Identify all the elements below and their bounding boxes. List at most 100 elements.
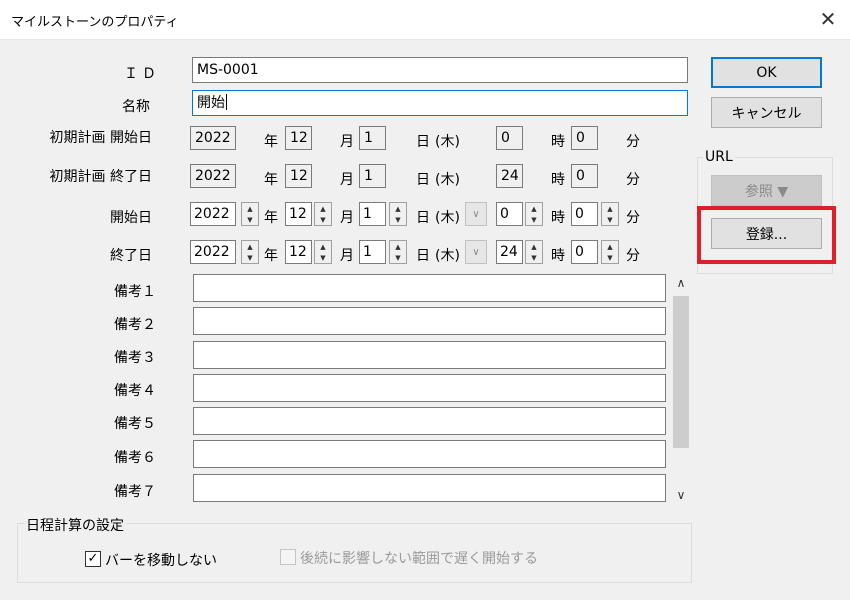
hour-unit: 時 (551, 172, 565, 188)
planned-start-year: 2022 (190, 126, 236, 150)
hour-unit: 時 (551, 134, 565, 150)
spin-up-icon[interactable]: ▲ (242, 241, 258, 252)
note-field[interactable] (193, 274, 666, 302)
month-unit: 月 (340, 210, 354, 226)
spin-down-icon[interactable]: ▼ (526, 252, 542, 263)
start-date-label: 開始日 (110, 210, 152, 226)
name-label: 名称 (122, 99, 150, 115)
day-unit: 日 (416, 172, 430, 188)
spin-up-icon[interactable]: ▲ (315, 203, 331, 214)
scroll-down-icon[interactable]: ∨ (670, 486, 692, 504)
day-unit: 日 (416, 134, 430, 150)
start-month-field[interactable]: 12 (285, 202, 312, 226)
start-date-dropdown[interactable]: ∨ (465, 202, 487, 226)
scrollbar-thumb[interactable] (673, 296, 689, 448)
end-hour-field[interactable]: 24 (496, 240, 523, 264)
planned-start-minute: 0 (571, 126, 598, 150)
end-minute-spinner[interactable]: ▲ ▼ (601, 240, 619, 264)
ok-button[interactable]: OK (711, 57, 822, 88)
spin-down-icon[interactable]: ▼ (602, 214, 618, 225)
month-unit: 月 (340, 172, 354, 188)
end-hour-spinner[interactable]: ▲ ▼ (525, 240, 543, 264)
note-field[interactable] (193, 307, 666, 335)
minute-unit: 分 (626, 172, 640, 188)
start-day-spinner[interactable]: ▲ ▼ (389, 202, 407, 226)
planned-end-minute: 0 (571, 164, 598, 188)
year-unit: 年 (264, 248, 278, 264)
planned-end-label: 初期計画 終了日 (49, 169, 152, 185)
spin-down-icon[interactable]: ▼ (602, 252, 618, 263)
spin-down-icon[interactable]: ▼ (242, 252, 258, 263)
scroll-up-icon[interactable]: ∧ (670, 274, 692, 292)
spin-down-icon[interactable]: ▼ (315, 214, 331, 225)
spin-down-icon[interactable]: ▼ (526, 214, 542, 225)
end-year-spinner[interactable]: ▲ ▼ (241, 240, 259, 264)
planned-start-weekday: (木) (435, 134, 460, 150)
delay-start-checkbox[interactable] (280, 549, 296, 565)
note-field[interactable] (193, 407, 666, 435)
spin-up-icon[interactable]: ▲ (390, 203, 406, 214)
chevron-down-icon: ∨ (472, 208, 480, 220)
start-minute-spinner[interactable]: ▲ ▼ (601, 202, 619, 226)
spin-up-icon[interactable]: ▲ (526, 203, 542, 214)
end-day-field[interactable]: 1 (359, 240, 386, 264)
spin-down-icon[interactable]: ▼ (390, 214, 406, 225)
note-field[interactable] (193, 440, 666, 468)
close-icon[interactable]: ✕ (812, 4, 844, 34)
note-label: 備考４ (114, 383, 156, 399)
planned-end-weekday: (木) (435, 172, 460, 188)
start-year-field[interactable]: 2022 (190, 202, 236, 226)
id-field[interactable]: MS-0001 (192, 57, 688, 83)
start-hour-field[interactable]: 0 (496, 202, 523, 226)
planned-start-hour: 0 (496, 126, 523, 150)
title-bar: マイルストーンのプロパティ ✕ (0, 0, 850, 40)
spin-up-icon[interactable]: ▲ (390, 241, 406, 252)
end-year-field[interactable]: 2022 (190, 240, 236, 264)
minute-unit: 分 (626, 248, 640, 264)
spin-down-icon[interactable]: ▼ (242, 214, 258, 225)
minute-unit: 分 (626, 210, 640, 226)
start-minute-field[interactable]: 0 (571, 202, 598, 226)
name-field[interactable]: 開始 (192, 90, 688, 116)
id-label: ＩＤ (124, 66, 160, 82)
spin-up-icon[interactable]: ▲ (602, 241, 618, 252)
delay-start-label[interactable]: 後続に影響しない範囲で遅く開始する (300, 548, 538, 568)
note-field[interactable] (193, 341, 666, 369)
start-hour-spinner[interactable]: ▲ ▼ (525, 202, 543, 226)
minute-unit: 分 (626, 134, 640, 150)
spin-down-icon[interactable]: ▼ (315, 252, 331, 263)
month-unit: 月 (340, 248, 354, 264)
spin-up-icon[interactable]: ▲ (526, 241, 542, 252)
no-move-bar-checkbox[interactable]: ✓ (85, 551, 101, 567)
note-field[interactable] (193, 474, 666, 502)
spin-down-icon[interactable]: ▼ (390, 252, 406, 263)
schedule-settings-label: 日程計算の設定 (24, 515, 126, 535)
year-unit: 年 (264, 134, 278, 150)
start-month-spinner[interactable]: ▲ ▼ (314, 202, 332, 226)
spin-up-icon[interactable]: ▲ (602, 203, 618, 214)
end-date-dropdown[interactable]: ∨ (465, 240, 487, 264)
no-move-bar-label[interactable]: バーを移動しない (105, 550, 217, 570)
note-label: 備考７ (114, 484, 156, 500)
highlight-box (697, 206, 836, 264)
cancel-button[interactable]: キャンセル (711, 97, 822, 128)
text-cursor (226, 94, 227, 110)
planned-start-label: 初期計画 開始日 (49, 130, 152, 146)
spin-up-icon[interactable]: ▲ (242, 203, 258, 214)
planned-end-hour: 24 (496, 164, 523, 188)
hour-unit: 時 (551, 210, 565, 226)
end-day-spinner[interactable]: ▲ ▼ (389, 240, 407, 264)
end-minute-field[interactable]: 0 (571, 240, 598, 264)
note-label: 備考２ (114, 317, 156, 333)
start-year-spinner[interactable]: ▲ ▼ (241, 202, 259, 226)
spin-up-icon[interactable]: ▲ (315, 241, 331, 252)
planned-end-year: 2022 (190, 164, 236, 188)
hour-unit: 時 (551, 248, 565, 264)
end-month-field[interactable]: 12 (285, 240, 312, 264)
note-label: 備考５ (114, 416, 156, 432)
note-field[interactable] (193, 374, 666, 402)
notes-scrollbar[interactable]: ∧ ∨ (670, 272, 692, 506)
browse-button[interactable]: 参照 ▼ (711, 175, 822, 206)
end-month-spinner[interactable]: ▲ ▼ (314, 240, 332, 264)
start-day-field[interactable]: 1 (359, 202, 386, 226)
